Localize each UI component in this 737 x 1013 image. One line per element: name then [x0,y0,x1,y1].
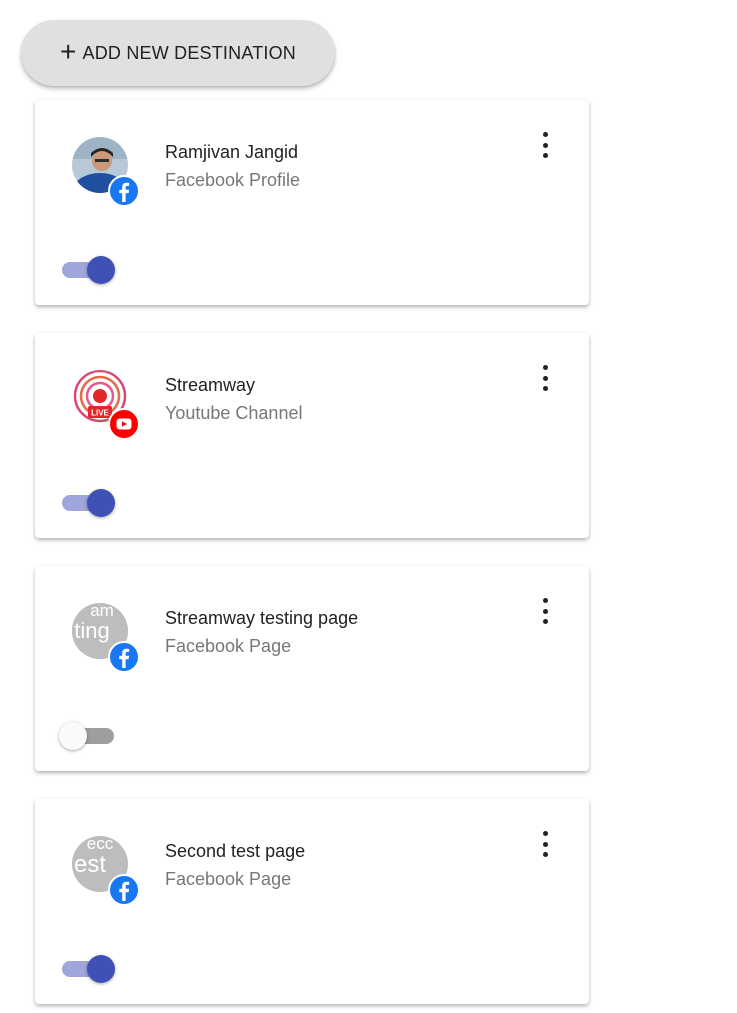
destination-avatar-group [72,137,142,207]
facebook-icon [108,641,140,673]
destination-card: Ramjivan Jangid Facebook Profile [35,100,589,305]
destination-subtitle: Facebook Page [165,869,292,889]
destination-title: Streamway testing page [165,608,359,628]
destination-avatar-group: ecc est [72,836,142,906]
destination-toggle[interactable] [62,953,115,983]
add-new-destination-label: ADD NEW DESTINATION [82,42,297,63]
destination-toggle[interactable] [62,487,115,517]
facebook-icon [108,874,140,906]
youtube-icon [108,408,140,440]
facebook-icon [108,175,140,207]
destination-subtitle: Facebook Profile [165,170,301,190]
more-options-icon[interactable] [535,831,555,857]
destination-title: Second test page [165,841,306,861]
svg-text:ting: ting [74,618,109,643]
destination-avatar-group: am ting [72,603,142,673]
destination-toggle[interactable] [62,254,115,284]
destination-title: Streamway [165,375,256,395]
destination-title: Ramjivan Jangid [165,142,299,162]
svg-text:est: est [74,851,106,878]
destination-card: LIVE Streamway Youtube Channel [35,333,589,538]
live-label: LIVE [91,409,109,418]
destination-card: am ting Streamway testing page Facebook … [35,566,589,771]
destination-toggle[interactable] [59,720,114,750]
plus-icon: + [59,36,77,67]
destination-subtitle: Facebook Page [165,636,292,656]
more-options-icon[interactable] [535,132,555,158]
destination-card: ecc est Second test page Facebook Page [35,799,589,1004]
destination-subtitle: Youtube Channel [165,403,303,423]
more-options-icon[interactable] [535,598,555,624]
add-new-destination-button[interactable]: + ADD NEW DESTINATION [21,20,335,86]
destination-avatar-group: LIVE [72,370,142,440]
more-options-icon[interactable] [535,365,555,391]
